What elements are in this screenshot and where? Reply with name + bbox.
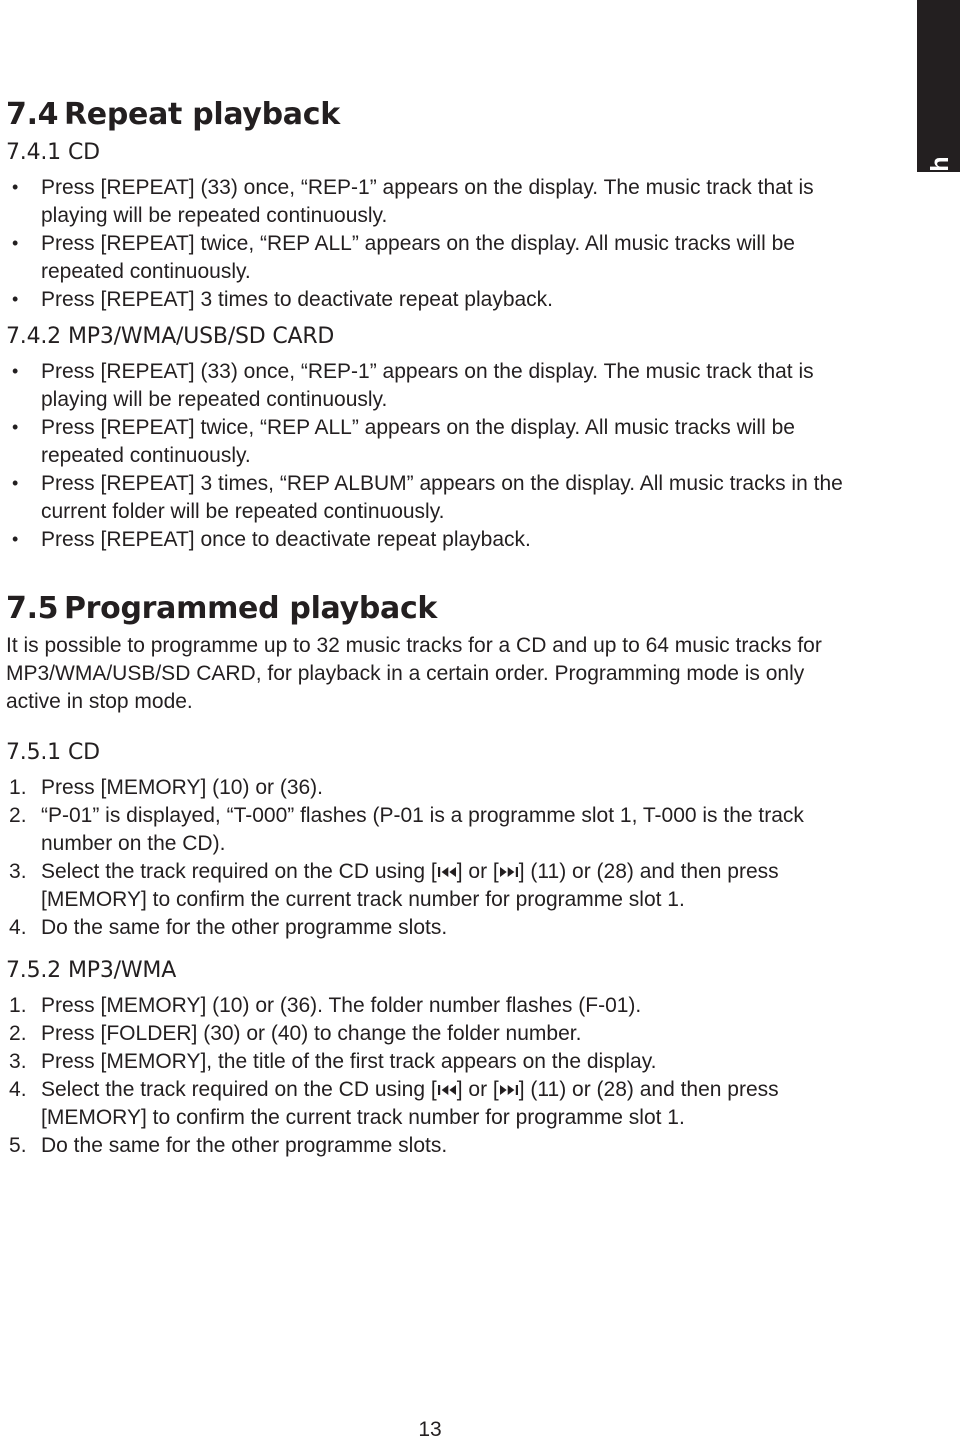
- section-heading-7-4: 7.4 Repeat playback: [6, 100, 852, 130]
- bullet-list-7-4-2: Press [REPEAT] (33) once, “REP-1” appear…: [6, 357, 852, 554]
- subsection-number-7-4-1: 7.4.1: [6, 140, 61, 165]
- bullet-list-7-4-1: Press [REPEAT] (33) once, “REP-1” appear…: [6, 173, 852, 314]
- section-title-7-5: Programmed playback: [64, 591, 438, 626]
- skip-forward-icon: [499, 1083, 519, 1097]
- list-item: Press [REPEAT] twice, “REP ALL” appears …: [6, 413, 852, 470]
- section-heading-7-5: 7.5 Programmed playback: [6, 594, 852, 624]
- skip-backward-icon: [437, 865, 457, 879]
- page-number: 13: [418, 1418, 442, 1441]
- list-item: Press [MEMORY] (10) or (36). The folder …: [9, 992, 642, 1020]
- subsection-heading-7-4-2: 7.4.2 MP3/WMA/USB/SD CARD: [6, 326, 852, 348]
- list-item: Press [REPEAT] once to deactivate repeat…: [6, 525, 852, 554]
- section-number-7-5: 7.5: [6, 591, 59, 626]
- subsection-number-7-5-2: 7.5.2: [6, 958, 61, 983]
- subsection-title-7-4-1: CD: [68, 140, 100, 165]
- list-item: Do the same for the other programme slot…: [9, 1132, 448, 1160]
- subsection-heading-7-5-1: 7.5.1 CD: [6, 742, 852, 764]
- skip-backward-icon: [437, 1083, 457, 1097]
- list-item: Press [REPEAT] twice, “REP ALL” appears …: [6, 229, 852, 286]
- language-tab: English: [917, 0, 960, 172]
- list-item: Select the track required on the CD usin…: [9, 1076, 779, 1129]
- page-footer: 13: [0, 1418, 960, 1442]
- section-title-7-4: Repeat playback: [64, 97, 340, 132]
- list-item: Press [FOLDER] (30) or (40) to change th…: [9, 1020, 582, 1048]
- list-item: “P-01” is displayed, “T-000” flashes (P-…: [9, 802, 804, 855]
- list-item: Select the track required on the CD usin…: [9, 858, 779, 911]
- subsection-title-7-4-2: MP3/WMA/USB/SD CARD: [68, 324, 335, 349]
- subsection-number-7-4-2: 7.4.2: [6, 324, 61, 349]
- list-item: Press [MEMORY] (10) or (36).: [9, 774, 324, 802]
- list-item: Press [MEMORY], the title of the first t…: [9, 1048, 657, 1076]
- numbered-list-7-5-1: Press [MEMORY] (10) or (36). “P-01” is d…: [6, 774, 852, 942]
- list-item: Press [REPEAT] 3 times, “REP ALBUM” appe…: [6, 469, 852, 526]
- language-tab-label: English: [926, 156, 955, 172]
- subsection-heading-7-4-1: 7.4.1 CD: [6, 142, 852, 164]
- list-item: Press [REPEAT] 3 times to deactivate rep…: [6, 285, 852, 314]
- subsection-title-7-5-1: CD: [68, 740, 100, 765]
- list-item: Press [REPEAT] (33) once, “REP-1” appear…: [6, 357, 852, 414]
- list-item: Press [REPEAT] (33) once, “REP-1” appear…: [6, 173, 852, 230]
- section-number-7-4: 7.4: [6, 97, 59, 132]
- subsection-title-7-5-2: MP3/WMA: [68, 958, 177, 983]
- list-item: Do the same for the other programme slot…: [9, 914, 448, 942]
- numbered-list-7-5-2: Press [MEMORY] (10) or (36). The folder …: [6, 992, 852, 1160]
- subsection-number-7-5-1: 7.5.1: [6, 740, 61, 765]
- section-intro-7-5: It is possible to programme up to 32 mus…: [6, 634, 822, 713]
- page-content: 7.4Repeat playback 7.4.1 CD Press [REPEAT…: [6, 0, 852, 1161]
- skip-forward-icon: [499, 865, 519, 879]
- subsection-heading-7-5-2: 7.5.2 MP3/WMA: [6, 960, 852, 982]
